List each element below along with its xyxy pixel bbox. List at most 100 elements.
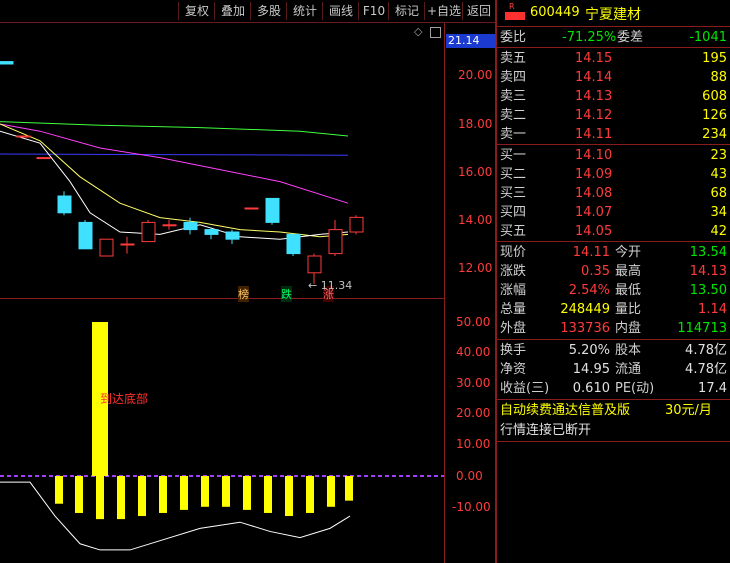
price-badge: 21.14 bbox=[446, 34, 496, 48]
row-volume: 608 bbox=[702, 89, 727, 104]
bang-marker[interactable]: 榜 bbox=[238, 286, 249, 302]
stat-value: 5.20% bbox=[568, 343, 610, 358]
candle-body bbox=[225, 231, 240, 240]
stat-row: 现价 14.11 今开 13.54 bbox=[497, 243, 730, 262]
axis-divider bbox=[444, 23, 445, 563]
row-volume: 34 bbox=[710, 205, 727, 220]
ask-row: 卖一 14.11 234 bbox=[497, 125, 730, 144]
indicator-bar bbox=[306, 476, 314, 513]
indicator-bar bbox=[222, 476, 230, 507]
stat-value: 0.610 bbox=[572, 381, 610, 396]
weibi-row: 委比 -71.25% 委差 -1041 bbox=[500, 30, 727, 45]
stat-value: 14.11 bbox=[572, 245, 610, 260]
moving-average-line bbox=[0, 153, 349, 156]
fuquan-button[interactable]: 复权 bbox=[178, 2, 215, 20]
candle-body bbox=[349, 216, 364, 233]
candle-body bbox=[307, 255, 322, 274]
bid-row: 买三 14.08 68 bbox=[497, 184, 730, 203]
candle-body bbox=[78, 221, 93, 250]
draw-line-button[interactable]: 画线 bbox=[322, 2, 359, 20]
candle-body bbox=[204, 229, 219, 235]
stock-code: 600449 bbox=[530, 5, 580, 20]
indicator-bar bbox=[201, 476, 209, 507]
moving-average-line bbox=[0, 123, 349, 204]
stat-value: 13.54 bbox=[689, 245, 727, 260]
indicator-axis-label: 20.00 bbox=[456, 406, 491, 420]
stat-value: 1.14 bbox=[698, 302, 727, 317]
low-price-value: 11.34 bbox=[320, 279, 353, 292]
bid-row: 买四 14.07 34 bbox=[497, 203, 730, 222]
price-axis-label: 18.00 bbox=[458, 117, 493, 131]
row-label: 买一 bbox=[500, 148, 527, 163]
stat-value: 248449 bbox=[560, 302, 610, 317]
row-label: 卖二 bbox=[500, 108, 527, 123]
stat-row: 收益(三) 0.610 PE(动) 17.4 bbox=[497, 379, 730, 398]
candle-body bbox=[57, 195, 72, 214]
candle-body bbox=[16, 135, 31, 138]
statistics-button[interactable]: 统计 bbox=[286, 2, 323, 20]
indicator-bar bbox=[96, 476, 104, 520]
toolbar: 复权 叠加 多股 统计 画线 F10 标记 +自选 返回 bbox=[0, 0, 496, 23]
row-label: 卖一 bbox=[500, 127, 527, 142]
row-label: 买四 bbox=[500, 205, 527, 220]
f10-button[interactable]: F10 bbox=[358, 2, 389, 20]
indicator-bar bbox=[264, 476, 272, 513]
row-label: 买二 bbox=[500, 167, 527, 182]
row-volume: 234 bbox=[702, 127, 727, 142]
stat-label: 涨幅 bbox=[500, 283, 527, 298]
stat-label: 净资 bbox=[500, 362, 527, 377]
diamond-icon[interactable]: ◇ bbox=[414, 25, 422, 38]
price-axis-label: 16.00 bbox=[458, 165, 493, 179]
row-price: 14.15 bbox=[575, 51, 613, 66]
row-price: 14.07 bbox=[575, 205, 613, 220]
row-price: 14.10 bbox=[575, 148, 613, 163]
indicator-bar bbox=[345, 476, 353, 501]
indicator-bar bbox=[55, 476, 63, 504]
stat-row: 涨跌 0.35 最高 14.13 bbox=[497, 262, 730, 281]
pane-divider bbox=[0, 298, 444, 299]
indicator-bar bbox=[138, 476, 146, 517]
stat-value: 4.78亿 bbox=[685, 362, 727, 377]
promo-row[interactable]: 自动续费通达信普及版 30元/月 bbox=[497, 401, 730, 420]
add-favorite-button[interactable]: +自选 bbox=[424, 2, 463, 20]
ask-row: 卖三 14.13 608 bbox=[497, 87, 730, 106]
price-axis-label: 12.00 bbox=[458, 261, 493, 275]
window-toggle-icon[interactable] bbox=[430, 27, 441, 38]
candle-body bbox=[183, 221, 198, 231]
die-marker[interactable]: 跌 bbox=[281, 286, 292, 302]
moving-average-line bbox=[0, 121, 349, 137]
ask-row: 卖五 14.15 195 bbox=[497, 49, 730, 68]
stat-label: 最高 bbox=[615, 264, 642, 279]
multi-stock-button[interactable]: 多股 bbox=[250, 2, 287, 20]
stat-label: 收益(三) bbox=[500, 381, 550, 396]
candle-body bbox=[244, 207, 259, 210]
ask-row: 卖二 14.12 126 bbox=[497, 106, 730, 125]
stat-value: 114713 bbox=[677, 321, 727, 336]
indicator-axis-label: -10.00 bbox=[452, 500, 491, 514]
indicator-bar bbox=[243, 476, 251, 510]
mark-button[interactable]: 标记 bbox=[388, 2, 425, 20]
row-label: 卖五 bbox=[500, 51, 527, 66]
stat-value: 13.50 bbox=[689, 283, 727, 298]
stat-label: 最低 bbox=[615, 283, 642, 298]
row-label: 买三 bbox=[500, 186, 527, 201]
stat-label: 外盘 bbox=[500, 321, 527, 336]
stat-label: PE(动) bbox=[615, 381, 655, 396]
row-label: 买五 bbox=[500, 224, 527, 239]
stat-row: 外盘 133736 内盘 114713 bbox=[497, 319, 730, 338]
indicator-bar bbox=[285, 476, 293, 517]
overlay-button[interactable]: 叠加 bbox=[214, 2, 251, 20]
candle-body bbox=[120, 243, 135, 246]
indicator-axis-label: 10.00 bbox=[456, 437, 491, 451]
row-volume: 68 bbox=[710, 186, 727, 201]
bid-row: 买五 14.05 42 bbox=[497, 222, 730, 241]
moving-average-line bbox=[0, 123, 349, 238]
back-button[interactable]: 返回 bbox=[462, 2, 495, 20]
stat-value: 4.78亿 bbox=[685, 343, 727, 358]
stat-row: 总量 248449 量比 1.14 bbox=[497, 300, 730, 319]
indicator-bar bbox=[180, 476, 188, 510]
bid-row: 买一 14.10 23 bbox=[497, 146, 730, 165]
stat-value: 14.13 bbox=[689, 264, 727, 279]
stat-row: 涨幅 2.54% 最低 13.50 bbox=[497, 281, 730, 300]
indicator-annotation: 到达底部 bbox=[100, 392, 149, 406]
